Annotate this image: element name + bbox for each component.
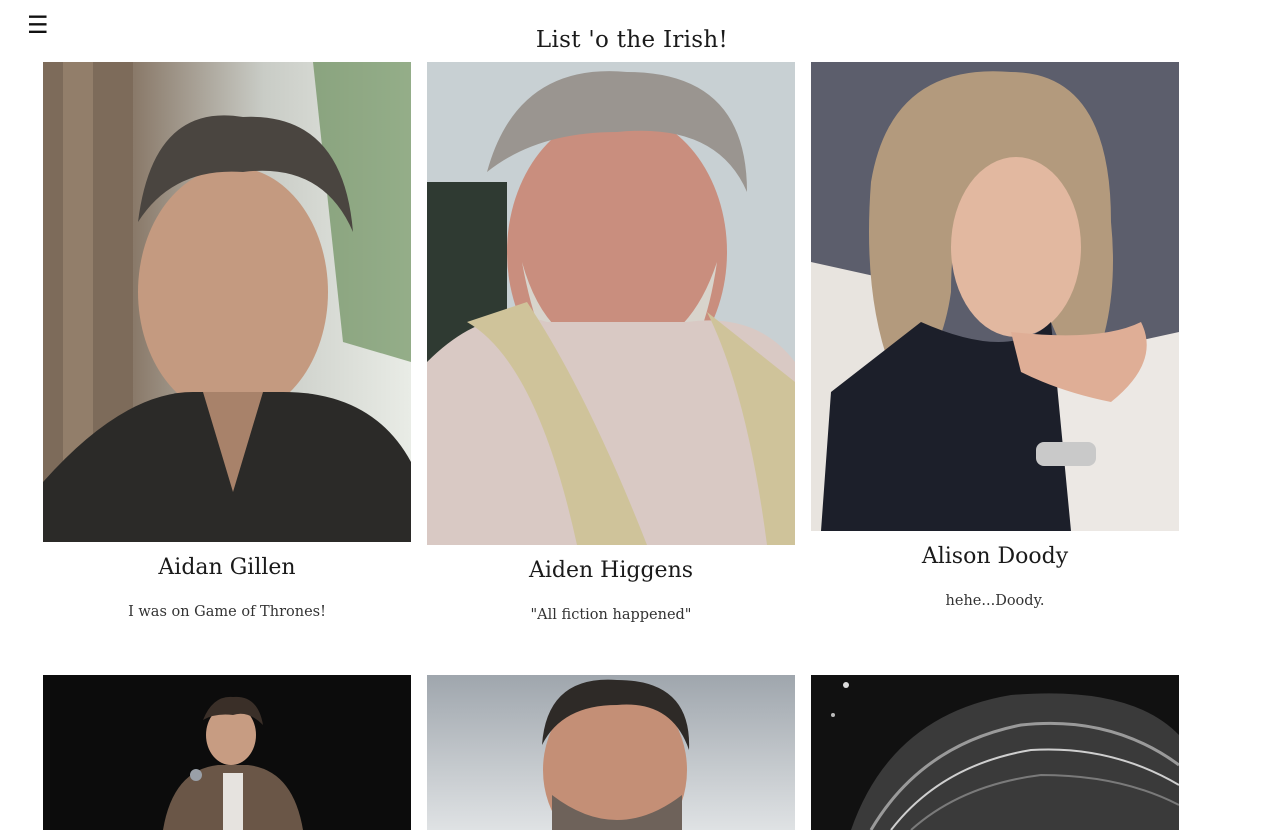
celebrity-photo [427,675,795,830]
celebrity-name: Aidan Gillen [158,555,296,580]
celebrity-card[interactable] [427,675,795,830]
celebrity-name: Aiden Higgens [528,558,694,583]
celebrity-photo [43,675,411,830]
celebrity-quote: "All fiction happened" [530,607,692,623]
celebrity-photo [427,62,795,545]
celebrity-quote: I was on Game of Thrones! [128,604,326,620]
celebrity-card-aidan-gillen[interactable]: Aidan Gillen I was on Game of Thrones! [43,62,411,622]
celebrity-grid: Aidan Gillen I was on Game of Thrones! A… [0,0,1264,830]
celebrity-quote: hehe...Doody. [945,593,1045,609]
celebrity-card-aiden-higgens[interactable]: Aiden Higgens "All fiction happened" [427,62,795,625]
celebrity-photo [811,62,1179,531]
celebrity-photo [811,675,1179,830]
celebrity-name: Alison Doody [921,544,1069,569]
celebrity-card-alison-doody[interactable]: Alison Doody hehe...Doody. [811,62,1179,611]
celebrity-card[interactable] [811,675,1179,830]
celebrity-photo [43,62,411,542]
celebrity-card[interactable] [43,675,411,830]
